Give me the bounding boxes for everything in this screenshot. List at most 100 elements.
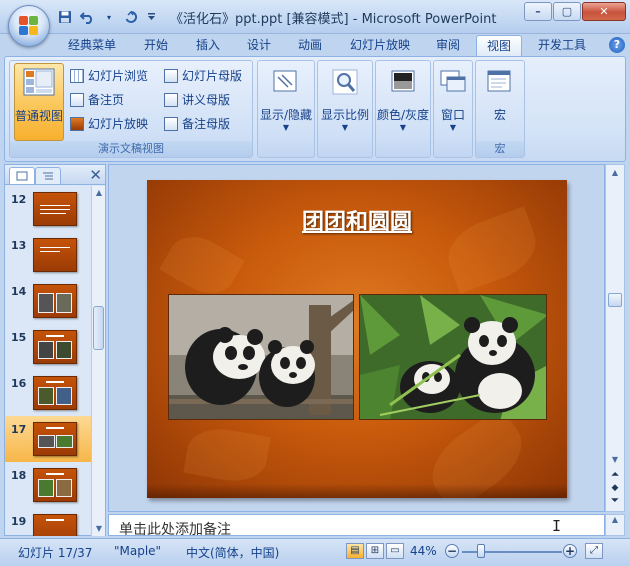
undo-dropdown-icon[interactable]: ▾ bbox=[100, 8, 118, 26]
notes-placeholder[interactable]: 单击此处添加备注 bbox=[119, 519, 231, 535]
thumbnail-number: 15 bbox=[11, 331, 27, 344]
notes-master-button[interactable]: 备注母版 bbox=[164, 115, 230, 132]
slide-show-icon bbox=[70, 116, 84, 131]
theme-name: "Maple" bbox=[114, 544, 162, 558]
thumbnail-19[interactable]: 19 bbox=[5, 508, 91, 536]
help-icon[interactable]: ? bbox=[609, 37, 625, 53]
slides-tab-icon bbox=[16, 171, 28, 181]
tab-developer[interactable]: 开发工具 bbox=[530, 35, 594, 57]
tab-slide-show[interactable]: 幻灯片放映 bbox=[342, 35, 418, 57]
macros-button[interactable]: 宏 bbox=[476, 63, 524, 137]
zoom-button[interactable]: 显示比例 ▼ bbox=[318, 63, 372, 155]
slide-title[interactable]: 团团和圆圆 bbox=[147, 204, 567, 236]
thumbnail-17-selected[interactable]: 17 bbox=[5, 416, 91, 462]
slide-sorter-icon bbox=[70, 68, 84, 83]
slide-scrollbar[interactable]: ▲ ▼ ⏶ ◆ ⏷ bbox=[605, 164, 625, 512]
thumbnail-18[interactable]: 18 bbox=[5, 462, 91, 508]
magnifier-icon bbox=[332, 69, 358, 95]
color-grayscale-icon bbox=[391, 70, 415, 92]
slide-editing-area: 团团和圆圆 bbox=[108, 164, 605, 512]
normal-view-button[interactable]: 普通视图 bbox=[14, 63, 64, 141]
zoom-level[interactable]: 44% bbox=[410, 544, 437, 558]
slide-master-button[interactable]: 幻灯片母版 bbox=[164, 67, 242, 84]
tab-animations[interactable]: 动画 bbox=[288, 35, 332, 57]
ibeam-cursor-icon: I bbox=[552, 517, 562, 535]
zoom-slider-knob[interactable] bbox=[477, 544, 485, 558]
outline-tab[interactable] bbox=[35, 167, 61, 184]
tab-review[interactable]: 审阅 bbox=[426, 35, 470, 57]
previous-slide-icon[interactable]: ⏶ bbox=[607, 469, 623, 482]
color-grayscale-button[interactable]: 颜色/灰度 ▼ bbox=[376, 63, 430, 155]
panda-eating-bamboo-photo[interactable] bbox=[359, 294, 547, 420]
pane-close-icon[interactable]: ✕ bbox=[89, 166, 102, 184]
zoom-out-icon[interactable]: − bbox=[445, 544, 459, 558]
handout-master-icon bbox=[164, 92, 178, 107]
slide-show-status-icon[interactable]: ▭ bbox=[386, 543, 404, 559]
close-button[interactable]: ✕ bbox=[582, 2, 626, 21]
tab-classic-menu[interactable]: 经典菜单 bbox=[60, 35, 124, 57]
ribbon: 普通视图 幻灯片浏览 备注页 幻灯片放映 幻灯片母版 讲义母版 备注母版 演示文… bbox=[4, 56, 626, 162]
slide-sorter-status-icon[interactable]: ⊞ bbox=[366, 543, 384, 559]
window-dropdown-icon: ▼ bbox=[449, 123, 457, 132]
thumbnail-14[interactable]: 14 bbox=[5, 278, 91, 324]
thumbnail-number: 19 bbox=[11, 515, 27, 528]
undo-icon[interactable] bbox=[78, 8, 96, 26]
slide-bottom-band bbox=[147, 484, 567, 498]
redo-icon[interactable] bbox=[122, 8, 140, 26]
minimize-button[interactable]: – bbox=[524, 2, 552, 21]
thumbnail-12[interactable]: 12 bbox=[5, 186, 91, 232]
slide-master-icon bbox=[164, 68, 178, 83]
notes-page-icon bbox=[70, 92, 84, 107]
save-icon[interactable] bbox=[56, 8, 74, 26]
show-hide-dropdown-icon: ▼ bbox=[282, 123, 290, 132]
scroll-down-icon[interactable]: ▼ bbox=[92, 522, 106, 536]
status-bar: 幻灯片 17/37 "Maple" 中文(简体，中国) ▤ ⊞ ▭ 44% − … bbox=[0, 538, 630, 566]
office-button[interactable] bbox=[8, 5, 50, 47]
notes-pane[interactable]: 单击此处添加备注 bbox=[108, 514, 605, 536]
handout-master-button[interactable]: 讲义母版 bbox=[164, 91, 230, 108]
slide-show-button[interactable]: 幻灯片放映 bbox=[70, 115, 148, 132]
thumbnail-16[interactable]: 16 bbox=[5, 370, 91, 416]
fit-to-window-icon[interactable]: ⤢ bbox=[585, 543, 603, 559]
tab-home[interactable]: 开始 bbox=[134, 35, 178, 57]
slides-tab[interactable] bbox=[9, 167, 35, 184]
tab-view[interactable]: 视图 bbox=[476, 35, 522, 57]
outline-tab-icon bbox=[43, 172, 53, 180]
tab-insert[interactable]: 插入 bbox=[186, 35, 230, 57]
slide-thumbnail bbox=[33, 330, 77, 364]
current-slide[interactable]: 团团和圆圆 bbox=[147, 180, 567, 498]
next-slide-icon[interactable]: ⏷ bbox=[607, 495, 623, 508]
slides-pane: ✕ 12 13 14 15 16 17 18 19 ▲ ▼ bbox=[4, 164, 106, 536]
tab-design[interactable]: 设计 bbox=[237, 35, 281, 57]
normal-view-status-icon[interactable]: ▤ bbox=[346, 543, 364, 559]
window-controls: – ▢ ✕ bbox=[524, 2, 626, 21]
notes-scrollbar[interactable]: ▲ bbox=[605, 514, 625, 536]
thumbnail-15[interactable]: 15 bbox=[5, 324, 91, 370]
normal-view-label: 普通视图 bbox=[15, 109, 64, 123]
window-button[interactable]: 窗口 ▼ bbox=[434, 63, 472, 155]
thumbnail-number: 17 bbox=[11, 423, 27, 436]
slides-pane-scrollbar[interactable]: ▲ ▼ bbox=[91, 186, 105, 536]
notes-page-label: 备注页 bbox=[88, 93, 125, 107]
customize-qat-icon[interactable] bbox=[144, 8, 158, 26]
thumbnail-list: 12 13 14 15 16 17 18 19 bbox=[5, 186, 91, 536]
scrollbar-thumb[interactable] bbox=[93, 306, 104, 350]
show-hide-button[interactable]: 显示/隐藏 ▼ bbox=[258, 63, 314, 155]
select-browse-object-icon[interactable]: ◆ bbox=[607, 482, 623, 495]
slide-thumbnail bbox=[33, 422, 77, 456]
zoom-in-icon[interactable]: + bbox=[563, 544, 577, 558]
scrollbar-thumb[interactable] bbox=[608, 293, 622, 307]
macro-icon bbox=[487, 70, 511, 92]
scroll-down-icon[interactable]: ▼ bbox=[608, 453, 622, 467]
language-indicator[interactable]: 中文(简体，中国) bbox=[186, 544, 279, 561]
macros-button-label: 宏 bbox=[493, 108, 506, 122]
notes-page-button[interactable]: 备注页 bbox=[70, 91, 124, 108]
show-hide-group: 显示/隐藏 ▼ bbox=[257, 60, 315, 158]
window-group: 窗口 ▼ bbox=[433, 60, 473, 158]
slide-sorter-button[interactable]: 幻灯片浏览 bbox=[70, 67, 148, 84]
scroll-up-icon[interactable]: ▲ bbox=[92, 186, 106, 200]
thumbnail-13[interactable]: 13 bbox=[5, 232, 91, 278]
maximize-button[interactable]: ▢ bbox=[553, 2, 581, 21]
panda-pair-photo[interactable] bbox=[168, 294, 354, 420]
scroll-up-icon[interactable]: ▲ bbox=[608, 166, 622, 180]
